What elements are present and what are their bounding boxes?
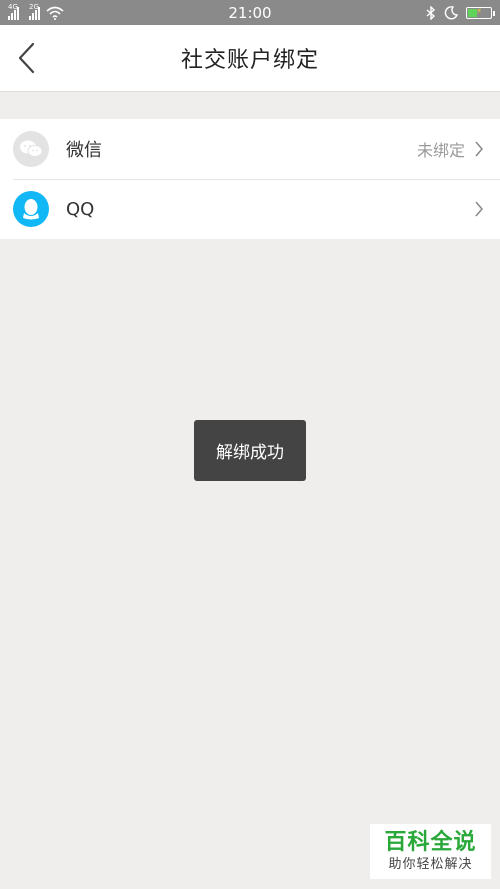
status-bar: 4G 2G 21:00 ⚡ [0, 0, 500, 25]
network-type-label: 4G [8, 2, 18, 11]
list-item-wechat[interactable]: 微信 未绑定 [0, 119, 500, 179]
wechat-icon [13, 131, 49, 167]
back-arrow-icon [18, 42, 35, 74]
toast-message: 解绑成功 [194, 420, 306, 481]
bind-status: 未绑定 [416, 141, 465, 160]
header: 社交账户绑定 [0, 25, 500, 92]
wifi-icon [46, 6, 64, 20]
status-left: 4G 2G [8, 2, 64, 20]
bluetooth-icon [426, 5, 436, 20]
signal-icon: 2G [29, 2, 40, 20]
moon-icon [444, 5, 458, 19]
qq-icon [13, 191, 49, 227]
signal-icon: 4G [8, 2, 19, 20]
list-item-qq[interactable]: QQ [0, 179, 500, 239]
watermark-title: 百科全说 [384, 829, 477, 855]
chevron-right-icon [473, 139, 485, 159]
status-right: ⚡ [426, 5, 495, 20]
network-type-label: 2G [29, 2, 39, 11]
watermark-subtitle: 助你轻松解决 [388, 856, 473, 872]
watermark-logo: 百科全说 助你轻松解决 [370, 824, 491, 879]
status-time: 21:00 [228, 3, 272, 22]
back-button[interactable] [10, 39, 42, 77]
account-list: 微信 未绑定 QQ [0, 119, 500, 239]
page-title: 社交账户绑定 [180, 48, 319, 73]
account-label: QQ [66, 198, 95, 220]
account-label: 微信 [66, 140, 102, 161]
chevron-right-icon [473, 199, 485, 219]
battery-icon: ⚡ [466, 6, 495, 19]
